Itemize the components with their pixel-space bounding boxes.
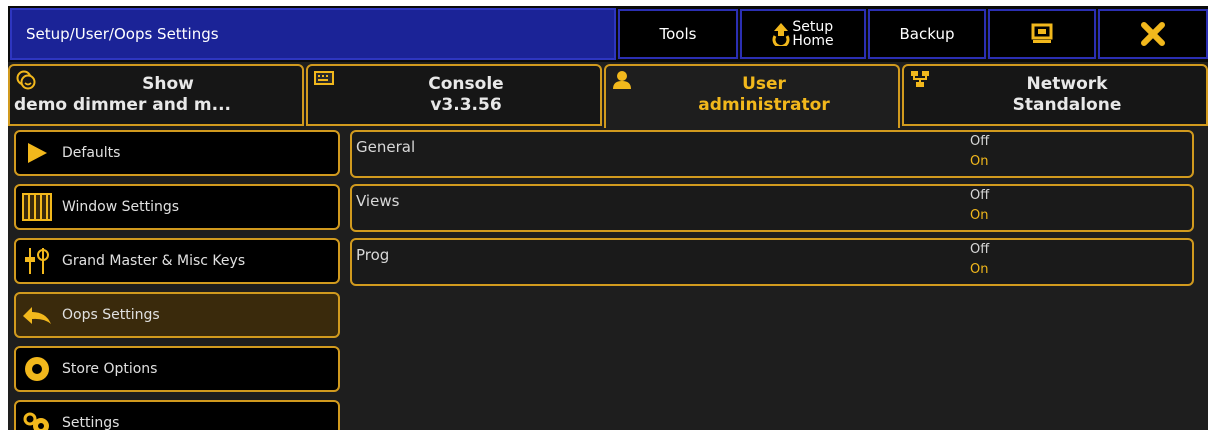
app-window: Setup/User/Oops Settings Tools Setup Hom…	[8, 6, 1208, 430]
sidebar-item-label: Window Settings	[62, 199, 180, 215]
tab-network[interactable]: Network Standalone	[902, 64, 1208, 126]
backup-button[interactable]: Backup	[868, 9, 986, 59]
play-icon	[22, 138, 52, 168]
option-on[interactable]: On	[970, 154, 988, 169]
gears-icon	[22, 408, 52, 430]
monitor-button[interactable]	[988, 9, 1096, 59]
option-on[interactable]: On	[970, 208, 988, 223]
settings-row-general[interactable]: General Off On	[350, 130, 1194, 178]
monitor-icon	[1031, 23, 1053, 45]
setup-home-line1: Setup	[792, 19, 834, 35]
row-name: Prog	[356, 246, 390, 264]
row-name: General	[356, 138, 416, 156]
window-grid-icon	[22, 192, 52, 222]
tab-network-value: Standalone	[1012, 95, 1122, 115]
sidebar-item-store-options[interactable]: Store Options	[14, 346, 340, 392]
setup-home-button[interactable]: Setup Home	[740, 9, 866, 59]
smiley-icon	[16, 70, 36, 94]
title-bar: Setup/User/Oops Settings Tools Setup Hom…	[8, 6, 1208, 62]
console-icon	[314, 70, 334, 89]
tab-console-title: Console	[428, 74, 504, 94]
close-button[interactable]	[1098, 9, 1208, 59]
option-off[interactable]: Off	[970, 188, 989, 203]
settings-row-views[interactable]: Views Off On	[350, 184, 1194, 232]
sidebar-item-oops-settings[interactable]: Oops Settings	[14, 292, 340, 338]
close-icon	[1140, 21, 1166, 47]
settings-row-prog[interactable]: Prog Off On	[350, 238, 1194, 286]
option-on[interactable]: On	[970, 262, 988, 277]
tab-user[interactable]: User administrator	[604, 64, 900, 128]
window-title: Setup/User/Oops Settings	[10, 8, 616, 60]
tab-user-title: User	[742, 74, 786, 94]
setup-home-line2: Home	[792, 33, 834, 49]
backup-label: Backup	[899, 25, 955, 43]
user-icon	[612, 70, 632, 94]
sidebar-item-settings[interactable]: Settings	[14, 400, 340, 430]
tab-console[interactable]: Console v3.3.56	[306, 64, 602, 126]
sidebar-item-grand-master[interactable]: Grand Master & Misc Keys	[14, 238, 340, 284]
fader-icon	[22, 246, 52, 276]
sidebar-item-label: Settings	[62, 415, 120, 430]
undo-icon	[22, 300, 52, 330]
store-icon	[22, 354, 52, 384]
tab-show[interactable]: Show demo dimmer and m...	[8, 64, 304, 126]
tab-network-title: Network	[1026, 74, 1108, 94]
sidebar-item-defaults[interactable]: Defaults	[14, 130, 340, 176]
sidebar-item-label: Store Options	[62, 361, 158, 377]
sidebar-item-label: Grand Master & Misc Keys	[62, 253, 246, 269]
tab-console-value: v3.3.56	[430, 95, 502, 115]
option-off[interactable]: Off	[970, 242, 989, 257]
tab-show-title: Show	[142, 74, 194, 94]
row-name: Views	[356, 192, 400, 210]
sidebar-item-label: Defaults	[62, 145, 121, 161]
network-icon	[910, 70, 930, 92]
tools-label: Tools	[659, 25, 697, 43]
tab-bar: Show demo dimmer and m... Console v3.3.5…	[8, 64, 1208, 128]
tab-user-value: administrator	[698, 95, 830, 115]
sidebar-item-window-settings[interactable]: Window Settings	[14, 184, 340, 230]
tab-show-value: demo dimmer and m...	[14, 95, 232, 115]
sidebar-item-label: Oops Settings	[62, 307, 160, 323]
tools-button[interactable]: Tools	[618, 9, 738, 59]
setup-home-icon	[772, 22, 790, 46]
option-off[interactable]: Off	[970, 134, 989, 149]
